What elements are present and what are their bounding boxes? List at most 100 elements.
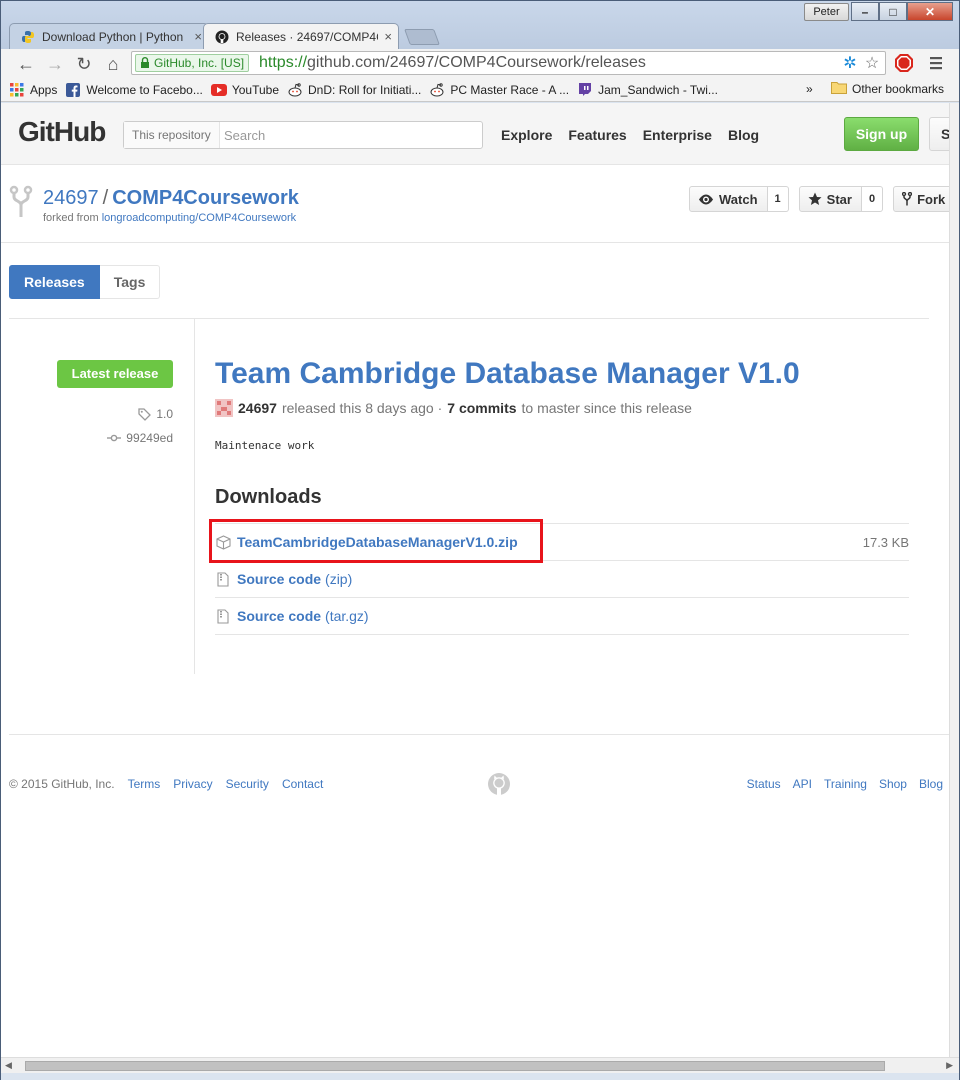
download-item-source-zip[interactable]: Source code (zip) [215,561,909,598]
tab-close-icon[interactable]: × [194,29,202,44]
vertical-scrollbar[interactable] [949,103,959,1057]
commit-icon [107,434,122,442]
translate-icon[interactable]: ✲ [841,54,859,72]
avatar[interactable] [215,399,233,417]
eye-icon [699,194,713,204]
address-bar[interactable]: GitHub, Inc. [US] https://github.com/246… [131,51,886,75]
tab-close-icon[interactable]: × [384,29,392,44]
forked-from: forked from longroadcomputing/COMP4Cours… [43,212,296,224]
url-text[interactable]: https://github.com/24697/COMP4Coursework… [259,54,646,72]
scroll-right-arrow-icon[interactable]: ▶ [946,1060,953,1071]
divider [9,318,929,319]
repo-owner-link[interactable]: 24697 [43,187,99,209]
forked-prefix: forked from [43,212,99,224]
back-arrow-icon[interactable]: ← [15,53,37,75]
footer-link-contact[interactable]: Contact [282,777,323,791]
tab-tags[interactable]: Tags [99,265,161,299]
profile-button[interactable]: Peter [804,3,849,21]
bookmark-twitch[interactable]: Jam_Sandwich - Twi... [577,82,718,98]
download-name[interactable]: Source code [237,608,321,624]
tag-name: 1.0 [156,407,173,421]
bookmark-facebook[interactable]: Welcome to Facebo... [65,82,203,98]
github-logo[interactable]: GitHub [18,116,106,148]
footer-link-terms[interactable]: Terms [128,777,161,791]
folder-icon [831,81,847,97]
release-tag[interactable]: 1.0 [138,407,173,421]
bookmark-label: YouTube [231,82,280,97]
fork-label: Fork [917,191,946,207]
footer-link-training[interactable]: Training [824,777,867,791]
commits-since-link[interactable]: 7 commits [447,400,516,416]
star-button[interactable]: Star [798,186,862,212]
minimize-icon[interactable]: – [851,2,879,21]
highlight-annotation [209,519,543,563]
new-tab-button[interactable] [404,29,440,45]
tab-python-download[interactable]: Download Python | Python × [9,23,209,49]
scrollbar-thumb[interactable] [25,1061,885,1071]
nav-blog[interactable]: Blog [728,127,759,143]
close-window-icon[interactable]: ✕ [907,2,953,21]
bookmark-apps[interactable]: Apps [9,82,57,98]
star-count[interactable]: 0 [861,186,884,212]
repo-title-separator: / [102,187,109,209]
search-input[interactable] [222,122,477,148]
other-bookmarks-folder[interactable]: Other bookmarks [831,81,944,97]
tab-releases[interactable]: Releases [9,265,100,299]
download-name[interactable]: Source code [237,571,321,587]
ev-certificate-badge[interactable]: GitHub, Inc. [US] [135,54,250,72]
nav-enterprise[interactable]: Enterprise [643,127,712,143]
bookmarks-overflow-chevron-icon[interactable]: » [806,82,813,96]
footer-link-privacy[interactable]: Privacy [173,777,212,791]
footer-link-security[interactable]: Security [226,777,269,791]
tab-github-releases[interactable]: Releases · 24697/COMP4C × [203,23,399,49]
github-header: GitHub This repository Explore Features … [1,103,949,165]
fork-button[interactable]: Fork [893,186,949,212]
tab-title: Releases · 24697/COMP4C [236,29,379,44]
home-icon[interactable]: ⌂ [102,53,124,75]
footer-link-api[interactable]: API [793,777,812,791]
release-title[interactable]: Team Cambridge Database Manager V1.0 [215,357,800,391]
bookmark-reddit-pcmr[interactable]: PC Master Race - A ... [429,82,569,98]
scroll-left-arrow-icon[interactable]: ◀ [5,1060,12,1071]
maximize-icon[interactable]: □ [879,2,907,21]
repo-title: 24697/COMP4Coursework [43,187,299,210]
reload-icon[interactable]: ↻ [73,53,95,75]
chrome-menu-icon[interactable] [927,54,945,72]
bookmark-star-icon[interactable]: ☆ [863,54,881,72]
horizontal-scrollbar[interactable]: ◀ ▶ [1,1057,959,1073]
star-group: Star 0 [798,186,884,212]
github-mark-icon[interactable] [487,772,511,796]
sign-in-button[interactable]: Si [929,117,949,151]
nav-features[interactable]: Features [568,127,626,143]
tab-strip: Download Python | Python × Releases · 24… [9,21,440,49]
download-item-source-targz[interactable]: Source code (tar.gz) [215,598,909,635]
release-commit[interactable]: 99249ed [107,431,173,445]
star-label: Star [826,191,852,207]
watch-button[interactable]: Watch [689,186,768,212]
latest-release-badge: Latest release [57,360,173,388]
nav-explore[interactable]: Explore [501,127,552,143]
release-author[interactable]: 24697 [238,400,277,416]
footer-link-status[interactable]: Status [747,777,781,791]
facebook-icon [65,82,81,98]
download-format: (zip) [325,571,353,587]
watch-group: Watch 1 [689,186,789,212]
url-scheme: https:// [259,54,308,71]
reddit-icon [287,82,303,98]
header-nav: Explore Features Enterprise Blog [501,127,759,143]
bookmark-reddit-dnd[interactable]: DnD: Roll for Initiati... [287,82,421,98]
forked-from-link[interactable]: longroadcomputing/COMP4Coursework [102,212,296,224]
footer-link-blog[interactable]: Blog [919,777,943,791]
commit-sha: 99249ed [126,431,173,445]
commits-suffix: to master since this release [521,400,692,416]
github-octocat-icon [214,29,230,45]
star-icon [808,192,822,205]
bookmark-label: Apps [30,82,58,97]
bookmark-youtube[interactable]: YouTube [210,82,280,98]
watch-count[interactable]: 1 [767,186,789,212]
repo-name-link[interactable]: COMP4Coursework [112,187,299,209]
adblock-extension-icon[interactable] [894,53,914,73]
forward-arrow-icon[interactable]: → [44,53,66,75]
footer-link-shop[interactable]: Shop [879,777,907,791]
sign-up-button[interactable]: Sign up [844,117,919,151]
